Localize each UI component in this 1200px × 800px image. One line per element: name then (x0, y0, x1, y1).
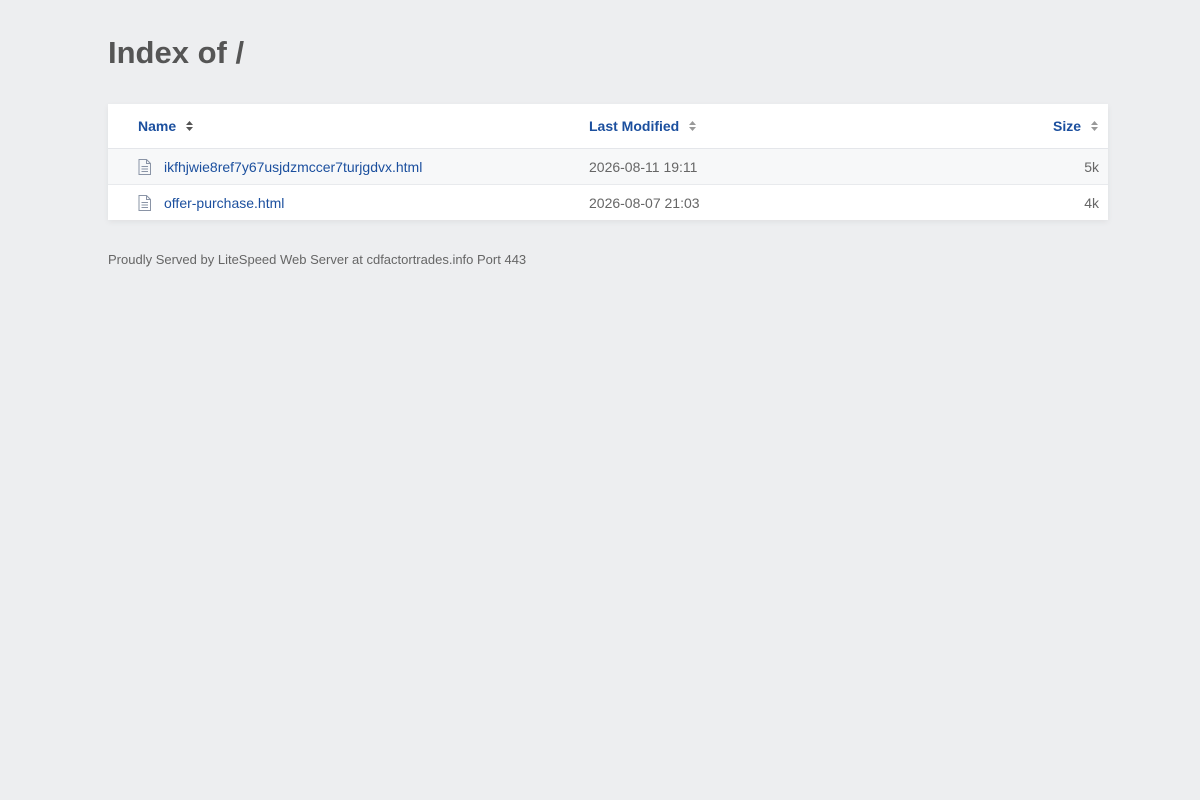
server-footer: Proudly Served by LiteSpeed Web Server a… (108, 252, 527, 267)
directory-table: Name Last Modified Size ikfhjwie8ref7y67… (108, 104, 1108, 220)
header-modified-label: Last Modified (589, 118, 680, 134)
file-link[interactable]: ikfhjwie8ref7y67usjdzmccer7turjgdvx.html (164, 159, 422, 175)
file-icon (138, 195, 151, 211)
file-size: 5k (1084, 159, 1099, 175)
file-modified: 2026-08-11 19:11 (589, 159, 698, 175)
table-header: Name Last Modified Size (108, 104, 1108, 149)
sort-by-size-header[interactable]: Size (1053, 118, 1099, 134)
table-row: ikfhjwie8ref7y67usjdzmccer7turjgdvx.html… (108, 149, 1108, 184)
page-title: Index of / (108, 35, 245, 70)
sort-arrows-icon (186, 121, 194, 132)
table-row: offer-purchase.html 2026-08-07 21:03 4k (108, 184, 1108, 220)
header-size-label: Size (1052, 118, 1081, 134)
sort-arrows-icon (1091, 121, 1098, 132)
file-modified: 2026-08-07 21:03 (589, 195, 700, 211)
header-name-label: Name (138, 118, 177, 134)
sort-by-modified-header[interactable]: Last Modified (589, 118, 697, 134)
sort-arrows-icon (689, 121, 697, 132)
sort-by-name-header[interactable]: Name (138, 118, 194, 134)
file-size: 4k (1084, 195, 1099, 211)
file-icon (138, 159, 151, 175)
file-link[interactable]: offer-purchase.html (164, 195, 284, 211)
